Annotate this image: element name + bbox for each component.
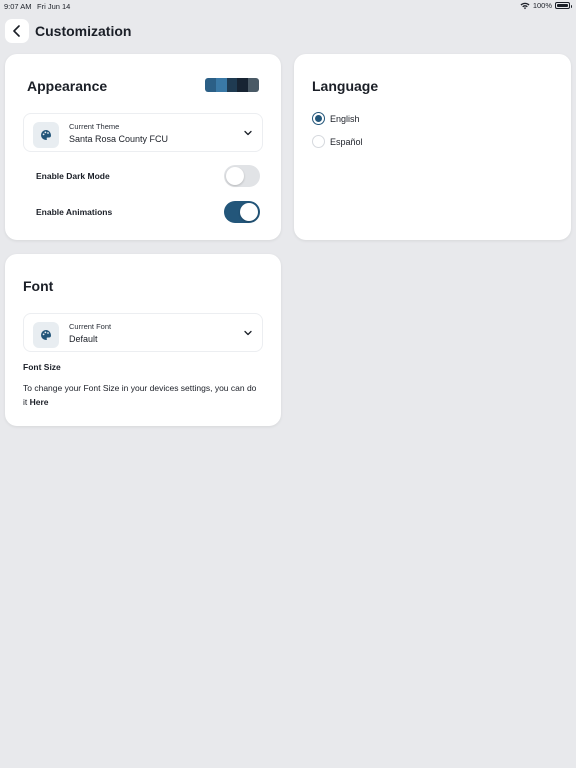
font-value: Default xyxy=(69,334,98,344)
status-bar: 9:07 AM Fri Jun 14 100% xyxy=(0,0,576,12)
language-title: Language xyxy=(312,78,379,94)
font-size-text: To change your Font Size in your devices… xyxy=(23,383,257,407)
wifi-icon xyxy=(520,2,530,9)
animations-label: Enable Animations xyxy=(36,207,113,217)
appearance-card: Appearance Current Theme Santa Rosa Coun… xyxy=(5,54,281,240)
font-title: Font xyxy=(23,278,54,294)
color-swatch xyxy=(248,78,259,92)
chevron-left-icon xyxy=(13,24,20,37)
dark-mode-toggle[interactable] xyxy=(224,165,260,187)
status-time: 9:07 AM xyxy=(4,2,32,11)
toggle-knob xyxy=(226,167,244,185)
chevron-down-icon xyxy=(244,330,252,336)
theme-color-swatches xyxy=(205,78,259,92)
color-swatch xyxy=(226,78,238,92)
color-swatch xyxy=(215,78,227,92)
font-selector[interactable]: Current Font Default xyxy=(23,313,263,352)
palette-icon-box xyxy=(33,322,59,348)
font-size-title: Font Size xyxy=(23,362,61,372)
toggle-knob xyxy=(240,203,258,221)
theme-label: Current Theme xyxy=(69,122,120,131)
palette-icon xyxy=(41,130,51,140)
radio-button[interactable] xyxy=(312,112,325,125)
theme-value: Santa Rosa County FCU xyxy=(69,134,169,144)
chevron-down-icon xyxy=(244,130,252,136)
language-option-espanol[interactable]: Español xyxy=(312,135,363,148)
theme-selector[interactable]: Current Theme Santa Rosa County FCU xyxy=(23,113,263,152)
font-card: Font Current Font Default Font Size To c… xyxy=(5,254,281,426)
font-settings-link[interactable]: Here xyxy=(30,397,49,407)
color-swatch xyxy=(237,78,249,92)
language-card: Language English Español xyxy=(294,54,571,240)
language-option-label: Español xyxy=(330,136,363,147)
language-option-label: English xyxy=(330,113,360,124)
page-header: Customization xyxy=(5,18,131,43)
language-option-english[interactable]: English xyxy=(312,112,360,125)
palette-icon-box xyxy=(33,122,59,148)
dark-mode-label: Enable Dark Mode xyxy=(36,171,110,181)
battery-percent: 100% xyxy=(532,1,552,10)
status-date: Fri Jun 14 xyxy=(37,2,71,11)
font-size-description: To change your Font Size in your devices… xyxy=(23,381,263,409)
appearance-title: Appearance xyxy=(27,78,108,94)
palette-icon xyxy=(41,330,51,340)
radio-button[interactable] xyxy=(312,135,325,148)
battery-icon xyxy=(555,2,572,9)
color-swatch xyxy=(205,78,216,92)
page-title: Customization xyxy=(35,22,132,39)
status-right: 100% xyxy=(520,1,572,10)
animations-toggle[interactable] xyxy=(224,201,260,223)
back-button[interactable] xyxy=(5,18,29,43)
font-label: Current Font xyxy=(69,322,112,331)
